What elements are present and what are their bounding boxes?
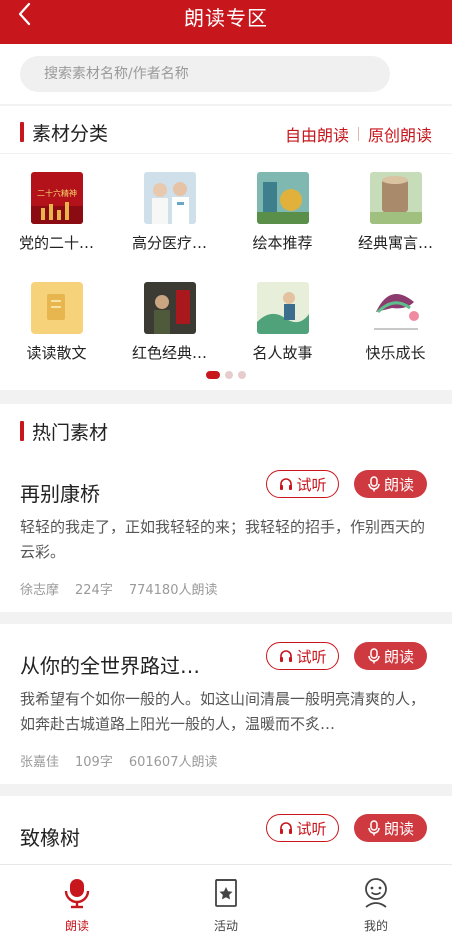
microphone-icon (368, 648, 380, 664)
material-read-count: 774180人朗读 (128, 583, 218, 598)
category-label: 快乐成长 (365, 344, 426, 362)
category-item[interactable]: 高分医疗… (113, 172, 226, 253)
section-marker (20, 421, 24, 441)
category-label: 红色经典… (131, 344, 207, 362)
category-item[interactable]: 经典寓言… (339, 172, 452, 253)
read-label: 朗读 (383, 475, 414, 494)
category-item[interactable]: 读读散文 (0, 282, 113, 363)
material-title: 从你的全世界路过… (20, 654, 200, 678)
read-button[interactable]: 朗读 (354, 470, 427, 498)
material-word-count: 224字 (75, 583, 113, 598)
carousel-pagination (0, 371, 452, 379)
tab-mine[interactable]: 我的 (301, 865, 451, 941)
original-reading-link[interactable]: 原创朗读 (368, 122, 432, 146)
category-label: 名人故事 (252, 344, 313, 362)
category-section-header: 素材分类 自由朗读 原创朗读 (0, 106, 452, 154)
listen-label: 试听 (296, 819, 327, 838)
tab-label: 朗读 (64, 919, 89, 933)
section-marker (20, 122, 24, 142)
listen-button[interactable]: 试听 (266, 470, 339, 498)
party-thumbnail-text: 二十六精神 (37, 188, 77, 198)
page-title: 朗读专区 (184, 6, 268, 30)
category-label: 党的二十… (18, 234, 94, 252)
pagination-dot[interactable] (238, 371, 246, 379)
microphone-icon (368, 820, 380, 836)
tab-label: 我的 (363, 919, 388, 933)
material-card[interactable]: 致橡树 试听 朗读 (0, 796, 452, 864)
material-meta: 张嘉佳 109字 601607人朗读 (20, 751, 217, 770)
search-bar (0, 44, 452, 104)
material-card[interactable]: 从你的全世界路过… 试听 朗读 我希望有个如你一般的人。如这山间清晨一般明亮清爽… (0, 624, 452, 784)
headphones-icon (280, 822, 293, 834)
header-bar: 朗读专区 (0, 0, 452, 44)
category-item[interactable]: 红色经典… (113, 282, 226, 363)
category-links: 自由朗读 原创朗读 (285, 122, 432, 146)
bookmark-star-icon (211, 877, 241, 909)
headphones-icon (280, 650, 293, 662)
category-thumbnail-party: 二十六精神 (30, 172, 83, 224)
hot-section-header: 热门素材 (0, 404, 452, 452)
headphones-icon (280, 478, 293, 490)
tab-label: 活动 (213, 919, 238, 933)
material-word-count: 109字 (75, 755, 113, 770)
category-thumbnail-fable (369, 172, 422, 224)
category-section-title: 素材分类 (32, 123, 109, 145)
category-thumbnail-growth (369, 282, 422, 334)
read-label: 朗读 (383, 819, 414, 838)
free-reading-link[interactable]: 自由朗读 (285, 122, 349, 146)
tab-activity[interactable]: 活动 (151, 865, 301, 941)
pagination-dot-active[interactable] (206, 371, 220, 379)
material-read-count: 601607人朗读 (128, 755, 218, 770)
read-button[interactable]: 朗读 (354, 642, 427, 670)
read-label: 朗读 (383, 647, 414, 666)
pagination-dot[interactable] (225, 371, 233, 379)
tab-read[interactable]: 朗读 (2, 865, 152, 941)
category-thumbnail-prose (30, 282, 83, 334)
category-item[interactable]: 绘本推荐 (226, 172, 339, 253)
material-card[interactable]: 再别康桥 试听 朗读 轻轻的我走了，正如我轻轻的来；我轻轻的招手，作别西天的云彩… (0, 452, 452, 612)
category-thumbnail-red-classics (143, 282, 196, 334)
category-item[interactable]: 名人故事 (226, 282, 339, 363)
category-item[interactable]: 二十六精神 党的二十… (0, 172, 113, 253)
user-face-icon (361, 877, 391, 909)
listen-button[interactable]: 试听 (266, 642, 339, 670)
search-input[interactable] (20, 56, 390, 92)
microphone-icon (62, 877, 92, 909)
read-button[interactable]: 朗读 (354, 814, 427, 842)
category-label: 经典寓言… (357, 234, 433, 252)
category-thumbnail-medical (143, 172, 196, 224)
microphone-icon (368, 476, 380, 492)
hot-section-title: 热门素材 (32, 422, 109, 444)
category-thumbnail-celebrity (256, 282, 309, 334)
material-author: 徐志摩 (20, 583, 60, 598)
listen-label: 试听 (296, 475, 327, 494)
category-label: 高分医疗… (131, 234, 207, 252)
search-box[interactable] (20, 56, 390, 92)
category-label: 读读散文 (26, 344, 87, 362)
bottom-tab-bar: 朗读 活动 我的 (0, 864, 452, 941)
category-item[interactable]: 快乐成长 (339, 282, 452, 363)
material-title: 致橡树 (20, 826, 80, 850)
category-label: 绘本推荐 (252, 234, 313, 252)
material-title: 再别康桥 (20, 482, 100, 506)
category-thumbnail-picture-book (256, 172, 309, 224)
material-excerpt: 轻轻的我走了，正如我轻轻的来；我轻轻的招手，作别西天的云彩。 (20, 518, 426, 561)
category-section: 素材分类 自由朗读 原创朗读 二十六精神 党的二十… 高分医疗… 绘本推荐 经典… (0, 106, 452, 390)
listen-label: 试听 (296, 647, 327, 666)
link-divider (357, 127, 359, 141)
listen-button[interactable]: 试听 (266, 814, 339, 842)
material-meta: 徐志摩 224字 774180人朗读 (20, 579, 217, 598)
material-author: 张嘉佳 (20, 755, 60, 770)
material-excerpt: 我希望有个如你一般的人。如这山间清晨一般明亮清爽的人，如奔赴古城道路上阳光一般的… (20, 690, 426, 733)
